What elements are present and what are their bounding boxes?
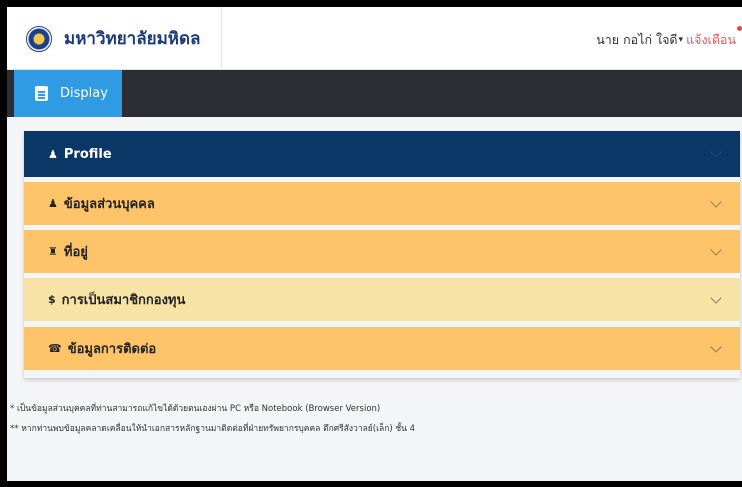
profile-accordion: ♟ Profile ♟ ข้อมูลส่วนบุคคล ♜ ที่อยู่ $ … (24, 131, 740, 378)
chevron-down-icon (710, 243, 722, 256)
chevron-down-icon (710, 146, 722, 158)
dollar-icon: $ (48, 293, 56, 306)
tab-display[interactable]: Display (14, 70, 122, 117)
main-content: ♟ Profile ♟ ข้อมูลส่วนบุคคล ♜ ที่อยู่ $ … (7, 117, 742, 481)
clipboard-icon (35, 86, 48, 101)
footnotes: * เป็นข้อมูลส่วนบุคคลที่ท่านสามารถแก้ไขไ… (10, 399, 730, 439)
caret-down-icon[interactable]: ▾ (679, 35, 684, 45)
nav-bar: Display (7, 70, 742, 117)
brand-name: มหาวิทยาลัยมหิดล (64, 29, 201, 49)
notifications-label: แจ้งเตือน (686, 32, 736, 47)
user-menu: นาย กอไก่ ใจดี ▾ แจ้งเตือน (596, 26, 742, 50)
chevron-down-icon (710, 291, 722, 304)
university-seal-icon (26, 25, 52, 52)
accordion-header-profile[interactable]: ♟ Profile (24, 131, 740, 177)
chevron-down-icon (710, 195, 722, 208)
sitemap-icon: ♟ (48, 147, 58, 161)
brand[interactable]: มหาวิทยาลัยมหิดล (7, 7, 222, 70)
app-window: มหาวิทยาลัยมหิดล นาย กอไก่ ใจดี ▾ แจ้งเต… (7, 7, 742, 481)
accordion-item-label: การเป็นสมาชิกกองทุน (61, 293, 186, 308)
chevron-down-icon (710, 340, 722, 353)
user-name[interactable]: นาย กอไก่ ใจดี (596, 30, 677, 50)
building-icon: ♜ (48, 245, 58, 258)
accordion-header-label: Profile (63, 146, 112, 162)
tab-display-label: Display (60, 86, 108, 101)
accordion-item-contact-info[interactable]: ☎ ข้อมูลการติดต่อ (24, 327, 740, 370)
accordion-item-fund-membership[interactable]: $ การเป็นสมาชิกกองทุน (24, 278, 740, 321)
accordion-item-personal-info[interactable]: ♟ ข้อมูลส่วนบุคคล (24, 182, 740, 225)
top-header: มหาวิทยาลัยมหิดล นาย กอไก่ ใจดี ▾ แจ้งเต… (7, 7, 742, 70)
accordion-item-label: ข้อมูลส่วนบุคคล (63, 197, 155, 212)
accordion-item-label: ที่อยู่ (63, 245, 88, 260)
phone-icon: ☎ (48, 342, 62, 355)
accordion-item-address[interactable]: ♜ ที่อยู่ (24, 230, 740, 273)
footnote-contact-hr: ** หากท่านพบข้อมูลคลาดเคลื่อนให้นำเอกสาร… (10, 424, 416, 434)
notifications-link[interactable]: แจ้งเตือน (686, 26, 742, 50)
notification-dot-icon (737, 26, 742, 31)
footnote-editable: * เป็นข้อมูลส่วนบุคคลที่ท่านสามารถแก้ไขไ… (10, 404, 381, 414)
accordion-item-label: ข้อมูลการติดต่อ (67, 342, 157, 357)
user-icon: ♟ (48, 197, 58, 210)
